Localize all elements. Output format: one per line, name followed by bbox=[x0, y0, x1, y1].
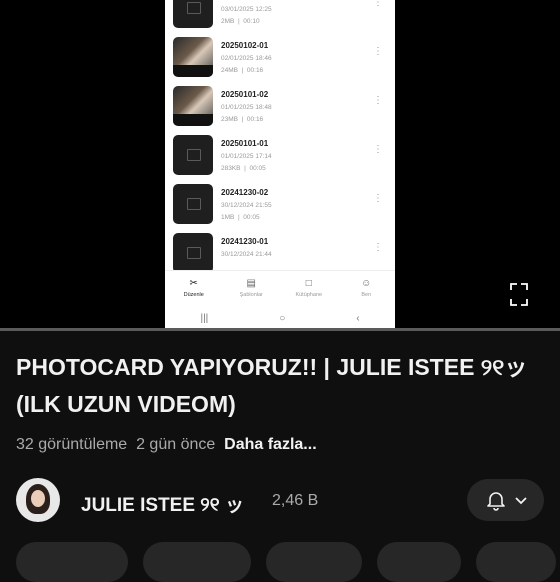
recording-date: 30/12/2024 21:55 bbox=[221, 202, 272, 209]
progress-bar[interactable] bbox=[0, 328, 560, 331]
channel-avatar[interactable] bbox=[16, 478, 60, 522]
scissors-icon: ✂ bbox=[189, 278, 198, 289]
image-placeholder-icon bbox=[187, 2, 201, 14]
chevron-down-icon bbox=[515, 497, 527, 505]
fullscreen-icon[interactable] bbox=[510, 283, 528, 306]
recording-size: 23MB bbox=[221, 116, 238, 123]
video-title: PHOTOCARD YAPIYORUZ!! | JULIE ISTEE ୨୧ッ(… bbox=[16, 354, 528, 417]
recording-name: 20250101-01 bbox=[221, 139, 269, 148]
recording-name: 20241230-02 bbox=[221, 188, 269, 197]
more-vert-icon[interactable]: ⋮ bbox=[373, 243, 383, 253]
recording-thumbnail bbox=[173, 0, 213, 28]
recording-thumbnail bbox=[173, 233, 213, 273]
more-link[interactable]: Daha fazla... bbox=[224, 436, 316, 453]
recording-duration: 00:16 bbox=[246, 116, 264, 123]
recording-row[interactable]: 20241230-02 30/12/2024 21:55 1MB | 00:05 ⋮ bbox=[165, 180, 395, 229]
recording-meta: 2MB | 00:10 bbox=[221, 18, 260, 25]
recording-size: 2MB bbox=[221, 18, 235, 25]
action-row bbox=[16, 542, 556, 582]
recording-date: 01/01/2025 18:48 bbox=[221, 104, 272, 111]
person-icon: ☺ bbox=[361, 278, 372, 289]
share-button[interactable] bbox=[143, 542, 251, 582]
recording-name: 20250102-01 bbox=[221, 41, 269, 50]
recording-name: 20250101-02 bbox=[221, 90, 269, 99]
folder-icon: □ bbox=[305, 278, 312, 289]
phone-nav-bar: ||| ○ ‹ bbox=[165, 306, 395, 330]
recording-thumbnail bbox=[173, 37, 213, 77]
tab-folder[interactable]: □ Kütüphane bbox=[280, 271, 338, 305]
recording-thumbnail bbox=[173, 135, 213, 175]
phone-screen: 20250103-0103/01/2025 12:252MB | 00:10⋮2… bbox=[165, 0, 395, 330]
recording-date: 02/01/2025 18:46 bbox=[221, 55, 272, 62]
home-icon: ○ bbox=[279, 312, 286, 324]
recording-duration: 00:10 bbox=[243, 18, 260, 25]
tab-scissors[interactable]: ✂ Düzenle bbox=[165, 271, 223, 305]
recording-size: 283KB bbox=[221, 165, 241, 172]
more-vert-icon[interactable]: ⋮ bbox=[373, 194, 383, 204]
subscriber-count: 2,46 B bbox=[272, 492, 319, 509]
recording-row[interactable]: 20250101-01 01/01/2025 17:14 283KB | 00:05… bbox=[165, 131, 395, 180]
recording-row[interactable]: 20250103-01 03/01/2025 12:25 2MB | 00:10 ⋮ bbox=[165, 0, 395, 33]
recording-size: 1MB bbox=[221, 214, 235, 221]
image-placeholder-icon bbox=[187, 198, 201, 210]
recording-date: 01/01/2025 17:14 bbox=[221, 153, 272, 160]
more-vert-icon[interactable]: ⋮ bbox=[373, 0, 383, 8]
recordings-list: 20250103-0103/01/2025 12:252MB | 00:10⋮2… bbox=[165, 0, 395, 278]
video-player[interactable]: 20250103-0103/01/2025 12:252MB | 00:10⋮2… bbox=[0, 0, 560, 331]
templates-icon: ▤ bbox=[246, 278, 256, 289]
image-placeholder-icon bbox=[187, 149, 201, 161]
tab-label: Düzenle bbox=[183, 292, 204, 298]
recording-row[interactable]: 20250101-02 01/01/2025 18:48 23MB | 00:16 ⋮ bbox=[165, 82, 395, 131]
save-button[interactable] bbox=[377, 542, 461, 582]
image-placeholder-icon bbox=[187, 247, 201, 259]
video-meta: 32 görüntüleme 2 gün önce Daha fazla... bbox=[16, 436, 317, 454]
remix-button[interactable] bbox=[266, 542, 362, 582]
recording-thumbnail bbox=[173, 184, 213, 224]
recording-date: 03/01/2025 12:25 bbox=[221, 6, 272, 13]
phone-tab-bar: ✂ Düzenle ▤ Şablonlar □ Kütüphane ☺ Ben bbox=[165, 270, 395, 305]
tab-label: Kütüphane bbox=[295, 292, 323, 298]
tab-templates[interactable]: ▤ Şablonlar bbox=[223, 271, 281, 305]
tab-label: Şablonlar bbox=[239, 292, 263, 298]
recording-meta: 1MB | 00:05 bbox=[221, 214, 260, 221]
channel-row: JULIE ISTEE ୨୧ ッ 2,46 B bbox=[16, 478, 546, 524]
recording-meta: 283KB | 00:05 bbox=[221, 165, 266, 172]
more-vert-icon[interactable]: ⋮ bbox=[373, 145, 383, 155]
more-vert-icon[interactable]: ⋮ bbox=[373, 96, 383, 106]
recording-duration: 00:05 bbox=[243, 214, 260, 221]
recording-duration: 00:05 bbox=[249, 165, 266, 172]
recent-apps-icon: ||| bbox=[200, 312, 209, 324]
recording-meta: 24MB | 00:16 bbox=[221, 67, 264, 74]
recording-thumbnail bbox=[173, 86, 213, 126]
recording-date: 30/12/2024 21:44 bbox=[221, 251, 272, 258]
recording-duration: 00:16 bbox=[246, 67, 264, 74]
download-button[interactable] bbox=[476, 542, 556, 582]
recording-meta: 23MB | 00:16 bbox=[221, 116, 264, 123]
more-vert-icon[interactable]: ⋮ bbox=[373, 47, 383, 57]
recording-name: 20250103-01 bbox=[221, 0, 268, 1]
channel-name[interactable]: JULIE ISTEE ୨୧ ッ bbox=[81, 490, 244, 517]
bell-icon bbox=[487, 492, 505, 511]
view-count: 32 görüntüleme bbox=[16, 436, 128, 453]
tab-label: Ben bbox=[361, 292, 372, 298]
tab-person[interactable]: ☺ Ben bbox=[338, 271, 396, 305]
recording-name: 20241230-01 bbox=[221, 237, 269, 246]
like-button[interactable] bbox=[16, 542, 128, 582]
notification-bell-button[interactable] bbox=[467, 479, 544, 521]
recording-size: 24MB bbox=[221, 67, 238, 74]
back-icon: ‹ bbox=[356, 312, 360, 324]
upload-age: 2 gün önce bbox=[136, 436, 216, 453]
recording-row[interactable]: 20250102-01 02/01/2025 18:46 24MB | 00:16 ⋮ bbox=[165, 33, 395, 82]
